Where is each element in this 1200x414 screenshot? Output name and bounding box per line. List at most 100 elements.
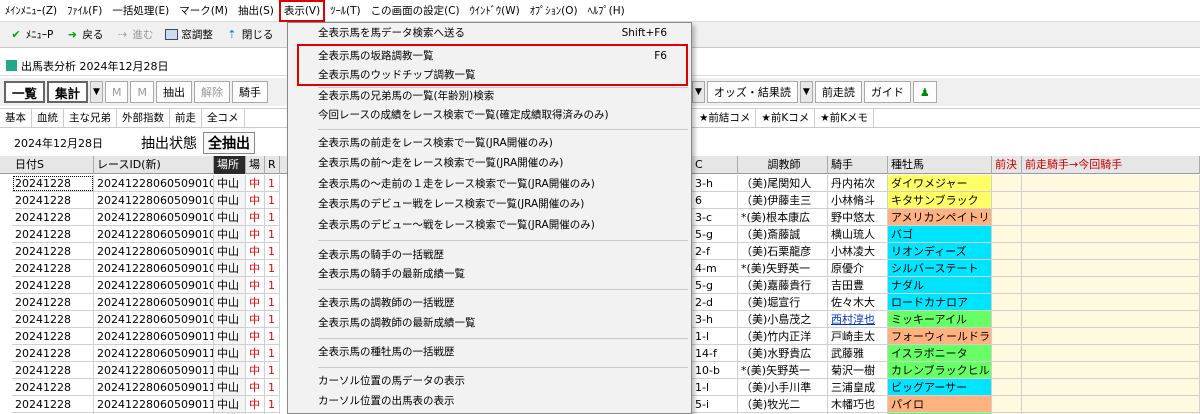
cell-e2[interactable] xyxy=(1022,294,1200,311)
cell-date[interactable]: 20241228 xyxy=(12,379,94,396)
cell-raceid[interactable]: 202412280605090102 xyxy=(94,192,214,209)
cell-raceid[interactable]: 202412280605090105 xyxy=(94,243,214,260)
cell-jockey[interactable]: 丹内祐次 xyxy=(828,175,888,192)
cell-e1[interactable] xyxy=(992,192,1022,209)
tab-prev-result-comment[interactable]: ★前結コメ xyxy=(694,109,757,127)
cell-e1[interactable] xyxy=(992,209,1022,226)
col-prev-to-now-jockey[interactable]: 前走騎手→今回騎手 xyxy=(1022,156,1200,174)
cell-ba[interactable]: 中 xyxy=(246,379,265,396)
filter-state-value[interactable]: 全抽出 xyxy=(203,132,255,154)
prev-run-button[interactable]: 前走読 xyxy=(814,81,862,103)
cell-r[interactable]: 1 xyxy=(265,277,280,294)
cell-trainer[interactable]: （美)斎藤誠 xyxy=(738,226,828,243)
cell-jockey[interactable]: 木幡巧也 xyxy=(828,396,888,413)
menu-item-nth-prev-run-list[interactable]: 全表示馬の～走前の１走をレース検索で一覧(JRA開催のみ) xyxy=(290,175,689,194)
cell-venue[interactable]: 中山 xyxy=(214,328,246,345)
cell-sire[interactable]: バゴ xyxy=(888,226,992,243)
cell-trainer[interactable]: *(美)根本康広 xyxy=(738,209,828,226)
cell-e1[interactable] xyxy=(992,345,1022,362)
cell-date[interactable]: 20241228 xyxy=(12,209,94,226)
menu-item-debut-race-list[interactable]: 全表示馬のデビュー戦をレース検索で一覧(JRA開催のみ) xyxy=(290,195,689,214)
col-sire[interactable]: 種牡馬 xyxy=(888,156,992,174)
cell-sire[interactable]: ナダル xyxy=(888,277,992,294)
cell-trainer[interactable]: *(美)矢野英一 xyxy=(738,362,828,379)
cell-jockey[interactable]: 吉田豊 xyxy=(828,277,888,294)
aggregate-dropdown-icon[interactable]: ▼ xyxy=(90,81,103,103)
tab-siblings[interactable]: 主な兄弟 xyxy=(64,109,117,127)
menu-item-prev-n-runs-list[interactable]: 全表示馬の前～走をレース検索で一覧(JRA開催のみ) xyxy=(290,154,689,173)
menu-item-prev-run-list[interactable]: 全表示馬の前走をレース検索で一覧(JRA開催のみ) xyxy=(290,134,689,153)
col-c[interactable]: C xyxy=(692,156,738,174)
cell-r[interactable]: 1 xyxy=(265,379,280,396)
extract-button[interactable]: 抽出 xyxy=(155,81,192,103)
menu-options[interactable]: ｵﾌﾟｼｮﾝ(O) xyxy=(525,0,583,22)
cell-trainer[interactable]: （美)小手川準 xyxy=(738,379,828,396)
cell-e2[interactable] xyxy=(1022,209,1200,226)
cell-e2[interactable] xyxy=(1022,243,1200,260)
cell-venue[interactable]: 中山 xyxy=(214,311,246,328)
cell-c[interactable]: 2-f xyxy=(692,243,738,260)
cell-raceid[interactable]: 202412280605090107 xyxy=(94,277,214,294)
cell-c[interactable]: 3-h xyxy=(692,311,738,328)
release-button[interactable]: 解除 xyxy=(193,81,230,103)
tab-pedigree[interactable]: 血統 xyxy=(32,109,64,127)
cell-e2[interactable] xyxy=(1022,192,1200,209)
cell-trainer[interactable]: （美)嘉藤貴行 xyxy=(738,277,828,294)
cell-e2[interactable] xyxy=(1022,175,1200,192)
cell-r[interactable]: 1 xyxy=(265,209,280,226)
odds-dropdown-icon[interactable]: ▼ xyxy=(799,81,813,103)
cell-ba[interactable]: 中 xyxy=(246,294,265,311)
cell-date[interactable]: 20241228 xyxy=(12,362,94,379)
cell-venue[interactable]: 中山 xyxy=(214,294,246,311)
menu-screen-settings[interactable]: この画面の設定(C) xyxy=(366,0,465,22)
cell-e1[interactable] xyxy=(992,396,1022,413)
cell-c[interactable]: 1-l xyxy=(692,379,738,396)
menu-item-trainer-latest[interactable]: 全表示馬の調教師の最新成績一覧 xyxy=(290,314,689,333)
cell-venue[interactable]: 中山 xyxy=(214,362,246,379)
cell-venue[interactable]: 中山 xyxy=(214,192,246,209)
cell-raceid[interactable]: 202412280605090112 xyxy=(94,362,214,379)
cell-sire[interactable]: アメリカンペイトリオット xyxy=(888,209,992,226)
cell-e2[interactable] xyxy=(1022,379,1200,396)
cell-date[interactable]: 20241228 xyxy=(12,243,94,260)
forward-button[interactable]: ⇢ 進む xyxy=(109,24,159,46)
tab-all-comments[interactable]: 全コメ xyxy=(202,109,245,127)
list-button[interactable]: 一覧 xyxy=(4,81,46,103)
cell-c[interactable]: 2-d xyxy=(692,294,738,311)
cell-ba[interactable]: 中 xyxy=(246,243,265,260)
cell-sire[interactable]: ダイワメジャー xyxy=(888,175,992,192)
menu-item-sire-history[interactable]: 全表示馬の種牡馬の一括戦歴 xyxy=(290,343,689,362)
m-button-1[interactable]: M xyxy=(104,81,129,103)
cell-ba[interactable]: 中 xyxy=(246,226,265,243)
cell-trainer[interactable]: （美)小島茂之 xyxy=(738,311,828,328)
cell-c[interactable]: 3-c xyxy=(692,209,738,226)
cell-date[interactable]: 20241228 xyxy=(12,260,94,277)
cell-venue[interactable]: 中山 xyxy=(214,260,246,277)
cell-venue[interactable]: 中山 xyxy=(214,175,246,192)
cell-jockey[interactable]: 原優介 xyxy=(828,260,888,277)
cell-trainer[interactable]: （美)石栗龍彦 xyxy=(738,243,828,260)
window-adjust-button[interactable]: 窓調整 xyxy=(159,24,219,46)
menu-file[interactable]: ﾌｧｲﾙ(F) xyxy=(62,0,107,22)
cell-raceid[interactable]: 202412280605090113 xyxy=(94,379,214,396)
cell-r[interactable]: 1 xyxy=(265,260,280,277)
cell-jockey[interactable]: 横山琉人 xyxy=(828,226,888,243)
cell-sire[interactable]: フォーウィールドライブ xyxy=(888,328,992,345)
odds-result-button[interactable]: オッズ・結果読 xyxy=(706,81,798,103)
cell-sire[interactable]: カレンブラックヒル xyxy=(888,362,992,379)
cell-date[interactable]: 20241228 xyxy=(12,328,94,345)
menu-item-sibling-search[interactable]: 全表示馬の兄弟馬の一覧(年齢別)検索 xyxy=(290,87,689,106)
cell-r[interactable]: 1 xyxy=(265,226,280,243)
m-button-2[interactable]: M xyxy=(130,81,154,103)
cell-c[interactable]: 4-m xyxy=(692,260,738,277)
cell-raceid[interactable]: 202412280605090103 xyxy=(94,209,214,226)
tab-prev-k-memo[interactable]: ★前Kメモ xyxy=(815,109,875,127)
tab-prev-run[interactable]: 前走 xyxy=(170,109,202,127)
cell-r[interactable]: 1 xyxy=(265,396,280,413)
cell-trainer[interactable]: （美)水野貴広 xyxy=(738,345,828,362)
left-dropdown-icon[interactable]: ▼ xyxy=(692,81,705,103)
cell-c[interactable]: 6 xyxy=(692,192,738,209)
cell-e2[interactable] xyxy=(1022,345,1200,362)
cell-trainer[interactable]: （美)牧光二 xyxy=(738,396,828,413)
cell-e2[interactable] xyxy=(1022,260,1200,277)
